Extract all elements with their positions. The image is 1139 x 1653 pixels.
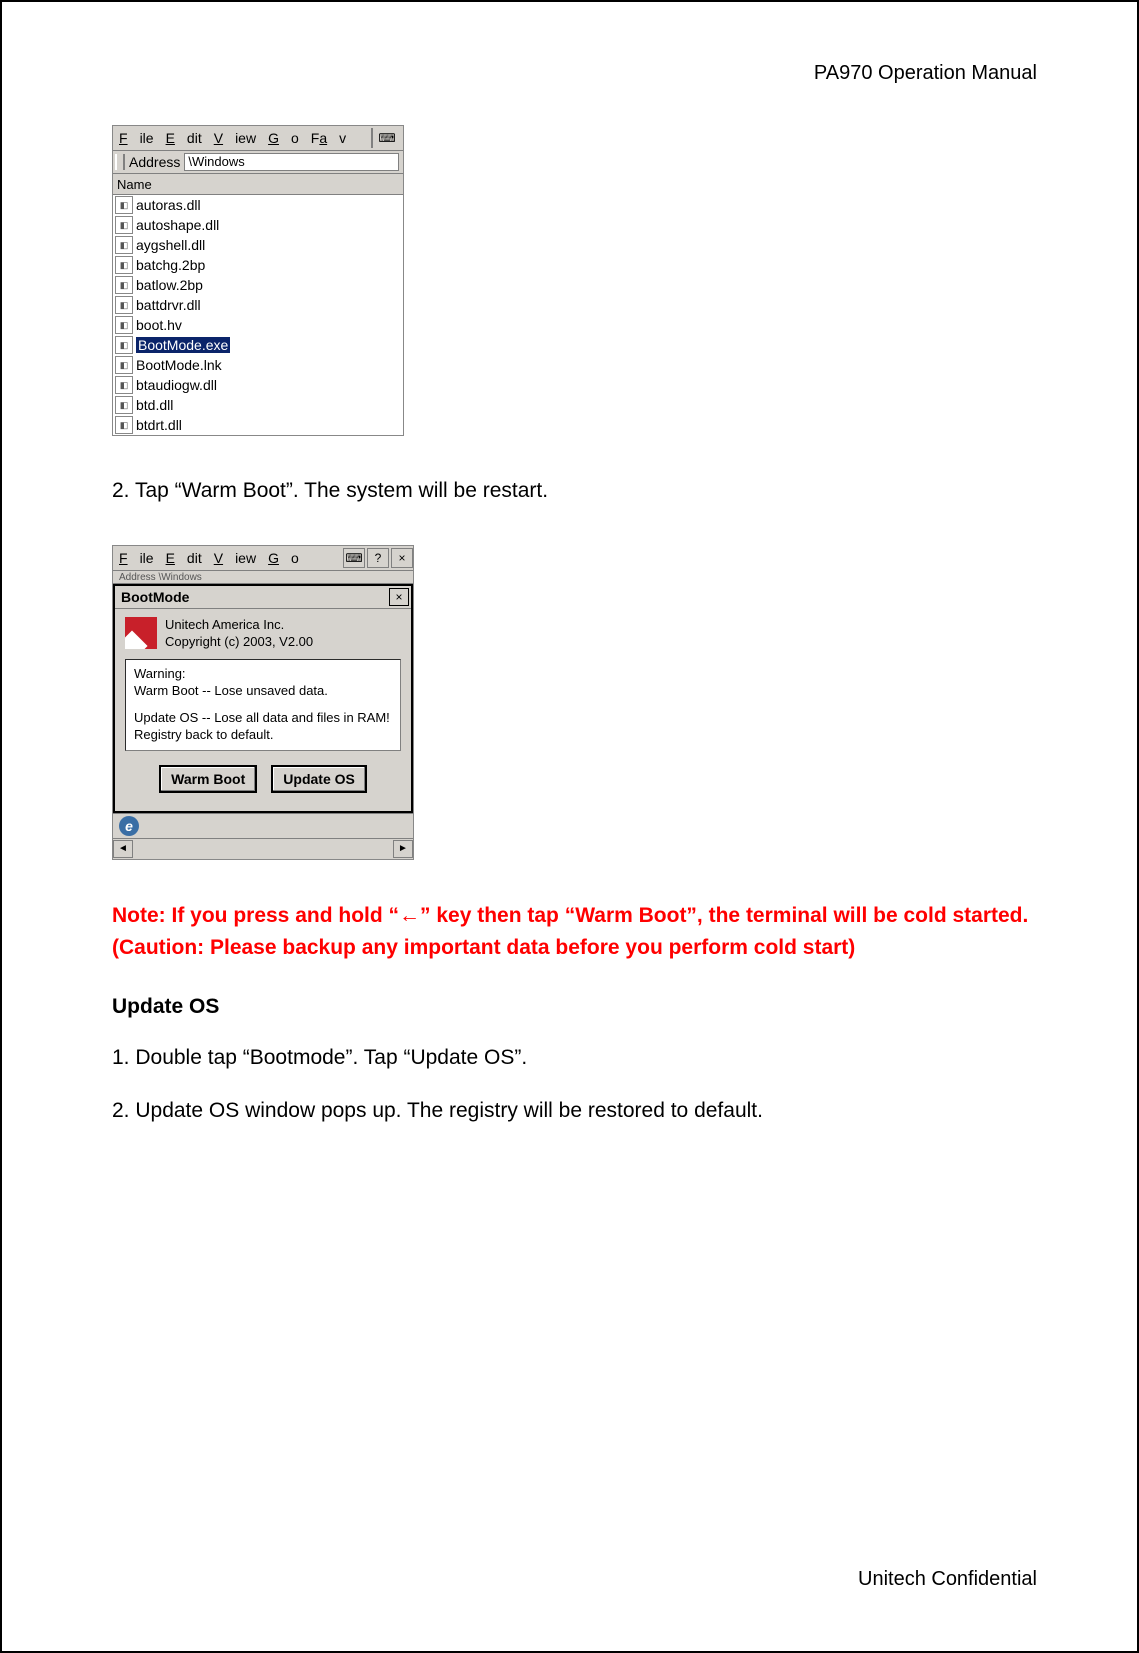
file-row[interactable]: ◧battdrvr.dll [113,295,403,315]
file-icon: ◧ [115,276,133,294]
file-icon: ◧ [115,336,133,354]
warning-line1: Warning: [134,666,392,683]
file-row[interactable]: ◧batlow.2bp [113,275,403,295]
keyboard-icon[interactable]: ⌨ [343,548,365,568]
file-name: btd.dll [136,397,173,413]
document-page: PA970 Operation Manual File Edit View Go… [0,0,1139,1653]
content-area: File Edit View Go Fav ⌨ Address \Windows… [102,125,1037,1126]
file-name: BootMode.lnk [136,357,222,373]
file-name: BootMode.exe [136,337,230,353]
file-row[interactable]: ◧autoras.dll [113,195,403,215]
info-text: Unitech America Inc. Copyright (c) 2003,… [165,617,313,651]
file-name: btaudiogw.dll [136,377,217,393]
file-icon: ◧ [115,296,133,314]
bootmode-dialog: BootMode × Unitech America Inc. Copyrigh… [113,584,413,812]
column-header-name[interactable]: Name [113,174,403,195]
scroll-left-button[interactable]: ◄ [113,840,133,858]
file-row[interactable]: ◧btd.dll [113,395,403,415]
grip-icon [115,154,125,170]
keyboard-icon[interactable]: ⌨ [371,128,401,148]
file-name: batlow.2bp [136,277,203,293]
menu-edit[interactable]: Edit [166,550,202,566]
note-text: Note: If you press and hold “←” key then… [112,900,1037,965]
address-bar: Address \Windows [113,151,403,174]
file-row[interactable]: ◧BootMode.lnk [113,355,403,375]
menubar: File Edit View Go ⌨ ? × [113,546,413,571]
menu-fav[interactable]: Fav [311,130,346,146]
update-os-step1: 1. Double tap “Bootmode”. Tap “Update OS… [112,1043,1037,1072]
info-row: Unitech America Inc. Copyright (c) 2003,… [125,617,401,651]
file-icon: ◧ [115,396,133,414]
button-row: Warm Boot Update OS [125,765,401,799]
warning-box: Warning: Warm Boot -- Lose unsaved data.… [125,659,401,751]
screenshot-bootmode-dialog: File Edit View Go ⌨ ? × Address \Windows… [112,545,414,859]
file-name: btdrt.dll [136,417,182,433]
ie-icon[interactable]: e [119,816,139,836]
file-row[interactable]: ◧btaudiogw.dll [113,375,403,395]
company-text: Unitech America Inc. [165,617,313,634]
file-name: batchg.2bp [136,257,205,273]
unitech-logo-icon [125,617,157,649]
address-input[interactable]: \Windows [184,153,399,171]
header-title: PA970 Operation Manual [102,62,1037,85]
file-row[interactable]: ◧BootMode.exe [113,335,403,355]
screenshot-file-explorer: File Edit View Go Fav ⌨ Address \Windows… [112,125,404,436]
menubar: File Edit View Go Fav ⌨ [113,126,403,151]
menu-file[interactable]: File [119,550,154,566]
menu-file[interactable]: File [119,130,154,146]
file-icon: ◧ [115,216,133,234]
file-icon: ◧ [115,236,133,254]
file-icon: ◧ [115,356,133,374]
file-row[interactable]: ◧batchg.2bp [113,255,403,275]
file-icon: ◧ [115,316,133,334]
help-icon[interactable]: ? [367,548,389,568]
address-label: Address [129,154,180,170]
spacer [134,700,392,710]
menu-view[interactable]: View [214,550,256,566]
file-name: aygshell.dll [136,237,205,253]
file-row[interactable]: ◧aygshell.dll [113,235,403,255]
dialog-titlebar: BootMode × [115,586,411,609]
file-name: autoras.dll [136,197,201,213]
file-icon: ◧ [115,196,133,214]
footer-text: Unitech Confidential [858,1568,1037,1591]
menu-edit[interactable]: Edit [166,130,202,146]
menu-go[interactable]: Go [268,550,299,566]
file-icon: ◧ [115,256,133,274]
dialog-close-button[interactable]: × [389,588,409,606]
step-2-text: 2. Tap “Warm Boot”. The system will be r… [112,476,1037,505]
warm-boot-button[interactable]: Warm Boot [159,765,257,793]
section-update-os: Update OS [112,995,1037,1019]
update-os-step2: 2. Update OS window pops up. The registr… [112,1096,1037,1125]
horizontal-scrollbar[interactable]: ◄ ► [113,838,413,859]
file-row[interactable]: ◧btdrt.dll [113,415,403,435]
file-list: ◧autoras.dll◧autoshape.dll◧aygshell.dll◧… [113,195,403,435]
scroll-right-button[interactable]: ► [393,840,413,858]
menu-view[interactable]: View [214,130,256,146]
dialog-body: Unitech America Inc. Copyright (c) 2003,… [115,609,411,810]
update-os-button[interactable]: Update OS [271,765,367,793]
close-icon[interactable]: × [391,548,413,568]
warning-line3: Update OS -- Lose all data and files in … [134,710,392,744]
file-name: autoshape.dll [136,217,219,233]
file-name: boot.hv [136,317,182,333]
taskbar: e [113,813,413,838]
file-row[interactable]: ◧boot.hv [113,315,403,335]
warning-line2: Warm Boot -- Lose unsaved data. [134,683,392,700]
dialog-title: BootMode [121,589,189,605]
file-icon: ◧ [115,376,133,394]
address-bar-stub: Address \Windows [113,571,413,584]
file-row[interactable]: ◧autoshape.dll [113,215,403,235]
file-name: battdrvr.dll [136,297,201,313]
menu-go[interactable]: Go [268,130,299,146]
copyright-text: Copyright (c) 2003, V2.00 [165,634,313,651]
file-icon: ◧ [115,416,133,434]
